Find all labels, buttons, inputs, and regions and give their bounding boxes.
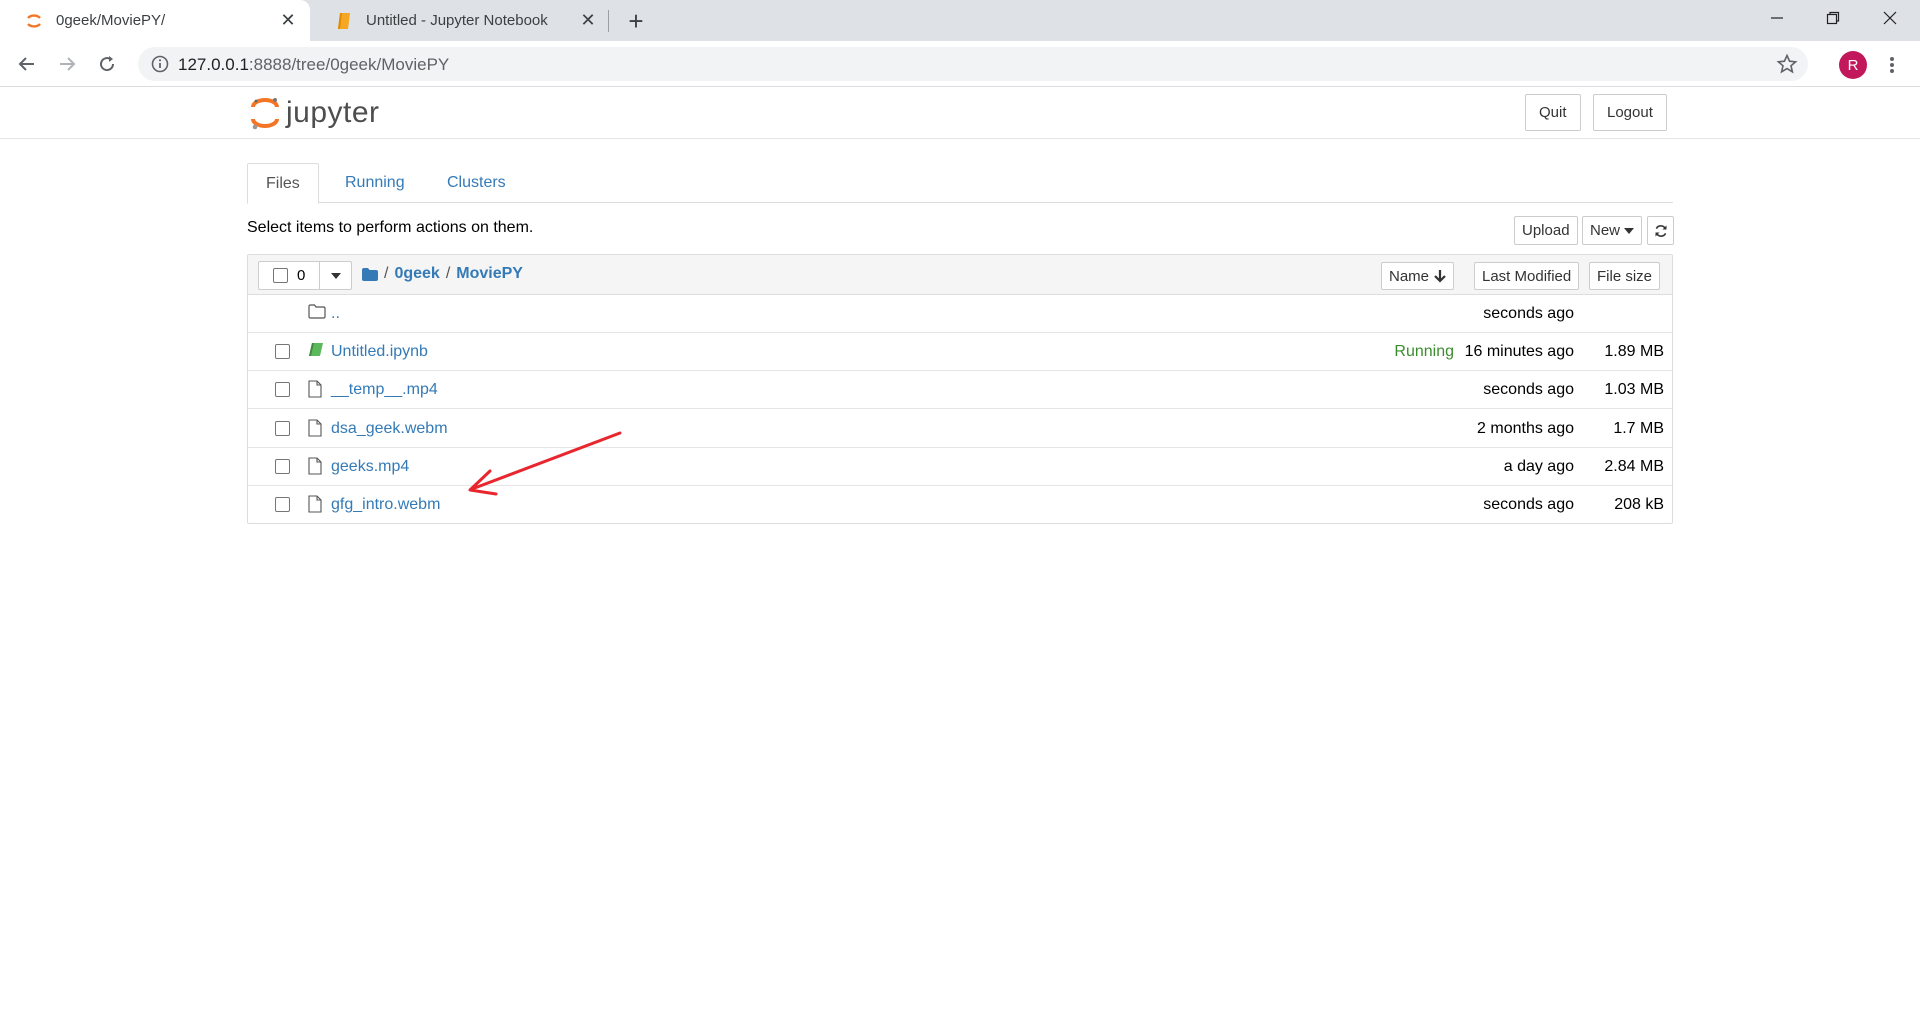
running-status: Running bbox=[1394, 343, 1454, 360]
list-item[interactable]: .. seconds ago bbox=[248, 295, 1672, 333]
file-modified: 2 months ago bbox=[1477, 420, 1574, 437]
file-size: 208 kB bbox=[1614, 496, 1664, 513]
info-icon[interactable] bbox=[150, 54, 170, 74]
file-modified: seconds ago bbox=[1483, 496, 1574, 513]
refresh-icon bbox=[1655, 224, 1666, 237]
minimize-icon[interactable] bbox=[1749, 0, 1805, 36]
row-checkbox[interactable] bbox=[275, 344, 290, 359]
caret-down-icon bbox=[1624, 227, 1635, 234]
back-arrow-icon[interactable] bbox=[12, 49, 42, 79]
select-all-box[interactable]: 0 bbox=[258, 261, 320, 290]
select-menu-caret[interactable] bbox=[320, 261, 352, 290]
folder-icon bbox=[308, 304, 326, 322]
breadcrumb: / 0geek / MoviePY bbox=[362, 265, 523, 283]
file-icon bbox=[308, 380, 324, 398]
close-window-icon[interactable] bbox=[1862, 0, 1918, 36]
row-checkbox[interactable] bbox=[275, 382, 290, 397]
file-size: 1.89 MB bbox=[1604, 343, 1664, 360]
jupyter-favicon-icon bbox=[24, 11, 44, 31]
browser-tab-notebook[interactable]: Untitled - Jupyter Notebook ✕ bbox=[310, 0, 610, 41]
profile-avatar[interactable]: R bbox=[1839, 51, 1867, 79]
file-name-link[interactable]: gfg_intro.webm bbox=[331, 496, 440, 514]
tab-separator bbox=[608, 10, 609, 32]
browser-menu-kebab-icon[interactable] bbox=[1882, 51, 1902, 79]
notebook-running-icon bbox=[308, 342, 324, 360]
file-icon bbox=[308, 457, 324, 475]
file-name-link[interactable]: Untitled.ipynb bbox=[331, 343, 428, 361]
reload-icon[interactable] bbox=[92, 49, 122, 79]
browser-toolbar: 127.0.0.1:8888/tree/0geek/MoviePY R bbox=[0, 41, 1920, 87]
jupyter-logo-text: jupyter bbox=[286, 96, 380, 129]
dashboard-tabs: Files Running Clusters bbox=[247, 163, 1673, 204]
breadcrumb-link[interactable]: 0geek bbox=[394, 265, 439, 283]
caret-down-icon bbox=[330, 272, 341, 279]
browser-tab-title: Untitled - Jupyter Notebook bbox=[366, 12, 548, 29]
file-modified: seconds ago bbox=[1483, 305, 1574, 322]
forward-arrow-icon[interactable] bbox=[52, 49, 82, 79]
file-name-link[interactable]: dsa_geek.webm bbox=[331, 420, 448, 438]
file-name-link[interactable]: .. bbox=[331, 305, 340, 323]
logout-button[interactable]: Logout bbox=[1593, 94, 1667, 131]
file-icon bbox=[308, 419, 324, 437]
address-bar[interactable]: 127.0.0.1:8888/tree/0geek/MoviePY bbox=[138, 47, 1808, 81]
file-name-link[interactable]: __temp__.mp4 bbox=[331, 381, 438, 399]
new-dropdown-button[interactable]: New bbox=[1582, 216, 1643, 245]
sort-name-button[interactable]: Name bbox=[1381, 262, 1455, 290]
arrow-down-icon bbox=[1434, 270, 1446, 283]
annotation-arrow-icon bbox=[468, 431, 622, 496]
url-text: 127.0.0.1:8888/tree/0geek/MoviePY bbox=[178, 55, 450, 74]
row-checkbox[interactable] bbox=[275, 421, 290, 436]
select-all-checkbox[interactable] bbox=[273, 268, 288, 283]
select-all-control: 0 bbox=[258, 261, 352, 290]
breadcrumb-link[interactable]: MoviePY bbox=[456, 265, 523, 283]
notebook-favicon-icon bbox=[334, 11, 354, 31]
tab-clusters[interactable]: Clusters bbox=[429, 163, 524, 203]
file-list-header: 0 / 0geek / MoviePY Name Last Modified F… bbox=[248, 255, 1672, 295]
browser-tab-tree[interactable]: 0geek/MoviePY/ ✕ bbox=[0, 0, 310, 41]
tab-files[interactable]: Files bbox=[247, 163, 319, 204]
browser-tab-title: 0geek/MoviePY/ bbox=[56, 12, 166, 29]
file-modified: seconds ago bbox=[1483, 381, 1574, 398]
sort-file-size-button[interactable]: File size bbox=[1589, 262, 1661, 290]
new-tab-plus-icon[interactable]: + bbox=[622, 6, 650, 36]
tab-running[interactable]: Running bbox=[327, 163, 423, 203]
file-size: 1.7 MB bbox=[1613, 420, 1664, 437]
browser-tabstrip: 0geek/MoviePY/ ✕ Untitled - Jupyter Note… bbox=[0, 0, 1920, 41]
refresh-button[interactable] bbox=[1647, 216, 1674, 245]
restore-icon[interactable] bbox=[1805, 0, 1861, 36]
close-tab-icon[interactable]: ✕ bbox=[576, 9, 600, 33]
selected-count: 0 bbox=[297, 267, 306, 284]
row-checkbox[interactable] bbox=[275, 459, 290, 474]
file-size: 1.03 MB bbox=[1604, 381, 1664, 398]
bookmark-star-icon[interactable] bbox=[1776, 53, 1798, 75]
file-modified: 16 minutes ago bbox=[1464, 343, 1574, 360]
jupyter-header: jupyter Quit Logout bbox=[0, 87, 1920, 139]
jupyter-logo-icon bbox=[251, 98, 279, 130]
quit-button[interactable]: Quit bbox=[1525, 94, 1581, 131]
list-item[interactable]: Untitled.ipynb Running 16 minutes ago 1.… bbox=[248, 333, 1672, 371]
upload-button[interactable]: Upload bbox=[1514, 216, 1578, 245]
row-checkbox[interactable] bbox=[275, 497, 290, 512]
close-tab-icon[interactable]: ✕ bbox=[276, 9, 300, 33]
selection-hint: Select items to perform actions on them. bbox=[247, 219, 534, 236]
file-modified: a day ago bbox=[1503, 458, 1574, 475]
sort-last-modified-button[interactable]: Last Modified bbox=[1474, 262, 1580, 290]
file-name-link[interactable]: geeks.mp4 bbox=[331, 458, 409, 476]
list-item[interactable]: __temp__.mp4 seconds ago 1.03 MB bbox=[248, 371, 1672, 409]
file-size: 2.84 MB bbox=[1604, 458, 1664, 475]
file-icon bbox=[308, 495, 324, 513]
folder-home-icon[interactable] bbox=[362, 267, 378, 281]
jupyter-logo[interactable]: jupyter bbox=[250, 95, 380, 131]
